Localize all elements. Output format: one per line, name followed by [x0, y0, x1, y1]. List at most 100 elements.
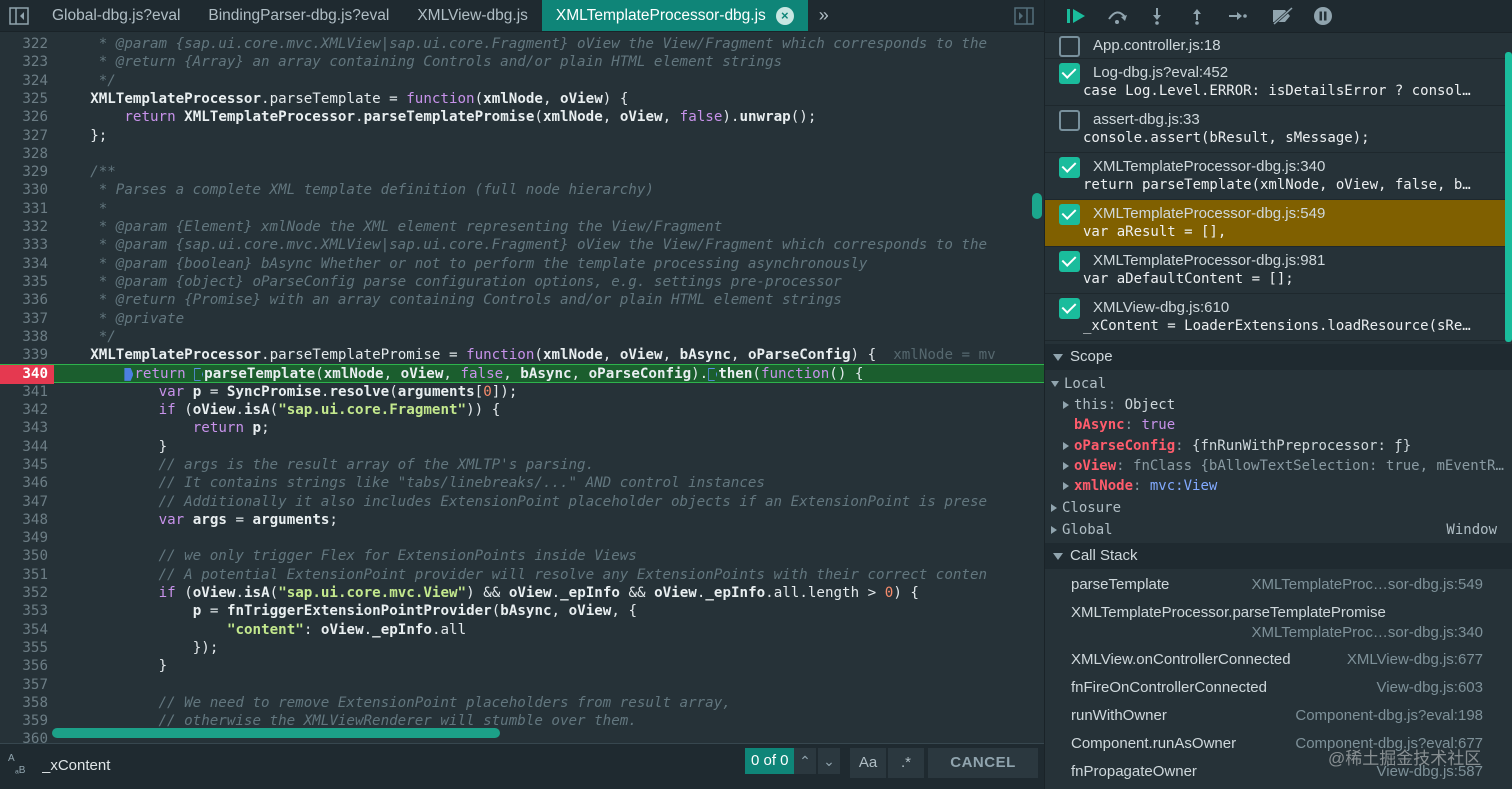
more-tabs-icon[interactable]: » [808, 0, 840, 31]
step-over-icon[interactable] [1097, 0, 1137, 33]
line-number[interactable]: 349 [0, 529, 48, 547]
code-line[interactable]: 352 if (oView.isA("sap.ui.core.mvc.View"… [0, 584, 1044, 602]
close-icon[interactable]: × [775, 6, 794, 25]
line-number[interactable]: 342 [0, 401, 48, 419]
line-number[interactable]: 351 [0, 566, 48, 584]
line-number[interactable]: 357 [0, 676, 48, 694]
scope-var-oParseConfig[interactable]: oParseConfig: {fnRunWithPreprocessor: ƒ} [1045, 436, 1505, 456]
line-number[interactable]: 345 [0, 456, 48, 474]
line-number[interactable]: 356 [0, 657, 48, 675]
line-number[interactable]: 329 [0, 163, 48, 181]
scope-local-header[interactable]: Local [1045, 374, 1505, 394]
code-line[interactable]: 334 * @param {boolean} bAsync Whether or… [0, 255, 1044, 273]
line-number[interactable]: 354 [0, 621, 48, 639]
search-input[interactable] [42, 750, 742, 780]
scope-var-this[interactable]: this: Object [1045, 395, 1505, 415]
code-line[interactable]: 332 * @param {Element} xmlNode the XML e… [0, 218, 1044, 236]
code-line[interactable]: 326 return XMLTemplateProcessor.parseTem… [0, 108, 1044, 126]
code-line[interactable]: 347 // Additionally it also includes Ext… [0, 493, 1044, 511]
deactivate-breakpoints-icon[interactable] [1263, 0, 1303, 33]
pause-on-exceptions-icon[interactable] [1303, 0, 1343, 33]
breakpoint-line-number[interactable]: 340 [0, 365, 54, 384]
scope-var-xmlNode[interactable]: xmlNode: mvc:View [1045, 476, 1505, 496]
step-icon[interactable] [1217, 0, 1257, 33]
line-number[interactable]: 333 [0, 236, 48, 254]
breakpoints-scrollbar[interactable] [1505, 52, 1512, 342]
horizontal-scrollbar-thumb[interactable] [52, 728, 500, 738]
line-number[interactable]: 348 [0, 511, 48, 529]
tab-bindingparser-dbg[interactable]: BindingParser-dbg.js?eval [194, 0, 403, 31]
tab-global-dbg[interactable]: Global-dbg.js?eval [38, 0, 194, 31]
code-line[interactable]: 325 XMLTemplateProcessor.parseTemplate =… [0, 90, 1044, 108]
scope-header[interactable]: Scope [1045, 344, 1512, 370]
line-number[interactable]: 323 [0, 53, 48, 71]
call-stack-frame[interactable]: XMLTemplateProcessor.parseTemplatePromis… [1045, 600, 1512, 646]
cancel-search-button[interactable]: CANCEL [928, 748, 1038, 778]
breakpoint-item[interactable]: XMLTemplateProcessor-dbg.js:981 var aDefa… [1045, 247, 1505, 294]
line-number[interactable]: 343 [0, 419, 48, 437]
line-number[interactable]: 334 [0, 255, 48, 273]
breakpoint-checkbox[interactable] [1059, 63, 1080, 84]
code-line[interactable]: 354 "content": oView._epInfo.all [0, 621, 1044, 639]
regex-button[interactable]: .* [888, 748, 924, 778]
code-line[interactable]: 356 } [0, 657, 1044, 675]
scope-var-bAsync[interactable]: bAsync: true [1045, 415, 1505, 435]
line-number[interactable]: 353 [0, 602, 48, 620]
resume-icon[interactable] [1057, 0, 1097, 33]
code-line[interactable]: 330 * Parses a complete XML template def… [0, 181, 1044, 199]
code-line[interactable]: 339 XMLTemplateProcessor.parseTemplatePr… [0, 346, 1044, 364]
breakpoint-item[interactable]: XMLTemplateProcessor-dbg.js:340 return pa… [1045, 153, 1505, 200]
breakpoint-checkbox[interactable] [1059, 110, 1080, 131]
code-line[interactable]: 348 var args = arguments; [0, 511, 1044, 529]
code-line[interactable]: 328 [0, 145, 1044, 163]
scope-global[interactable]: Global Window [1045, 520, 1505, 540]
code-line[interactable]: 346 // It contains strings like "tabs/li… [0, 474, 1044, 492]
code-line[interactable]: 324 */ [0, 72, 1044, 90]
next-match-button[interactable]: ⌄ [818, 748, 840, 774]
code-line[interactable]: 350 // we only trigger Flex for Extensio… [0, 547, 1044, 565]
code-line[interactable]: 358 // We need to remove ExtensionPoint … [0, 694, 1044, 712]
call-stack-frame[interactable]: runWithOwner Component-dbg.js?eval:198 [1045, 703, 1512, 731]
breakpoint-checkbox[interactable] [1059, 204, 1080, 225]
line-number[interactable]: 336 [0, 291, 48, 309]
line-number[interactable]: 341 [0, 383, 48, 401]
code-line[interactable]: 345 // args is the result array of the X… [0, 456, 1044, 474]
line-number[interactable]: 326 [0, 108, 48, 126]
step-into-icon[interactable] [1137, 0, 1177, 33]
line-number[interactable]: 359 [0, 712, 48, 730]
call-stack-frame[interactable]: parseTemplate XMLTemplateProc…sor-dbg.js:… [1045, 572, 1512, 600]
call-stack-frame[interactable]: XMLView.onControllerConnected XMLView-dbg… [1045, 647, 1512, 675]
code-line[interactable]: 349 [0, 529, 1044, 547]
call-stack-header[interactable]: Call Stack [1045, 543, 1512, 569]
line-number[interactable]: 322 [0, 35, 48, 53]
code-line[interactable]: 327 }; [0, 127, 1044, 145]
code-line[interactable]: 342 if (oView.isA("sap.ui.core.Fragment"… [0, 401, 1044, 419]
code-line[interactable]: 341 var p = SyncPromise.resolve(argument… [0, 383, 1044, 401]
line-number[interactable]: 346 [0, 474, 48, 492]
line-number[interactable]: 344 [0, 438, 48, 456]
code-line[interactable]: 336 * @return {Promise} with an array co… [0, 291, 1044, 309]
code-line[interactable]: 322 * @param {sap.ui.core.mvc.XMLView|sa… [0, 35, 1044, 53]
vertical-scrollbar-thumb[interactable] [1032, 193, 1042, 219]
line-number[interactable]: 324 [0, 72, 48, 90]
line-number[interactable]: 338 [0, 328, 48, 346]
breakpoint-item[interactable]: Log-dbg.js?eval:452 case Log.Level.ERROR:… [1045, 59, 1505, 106]
code-line[interactable]: 357 [0, 676, 1044, 694]
breakpoint-checkbox[interactable] [1059, 298, 1080, 319]
code-line[interactable]: 333 * @param {sap.ui.core.mvc.XMLView|sa… [0, 236, 1044, 254]
panel-toggle-icon[interactable] [1004, 0, 1044, 31]
code-line[interactable]: 353 p = fnTriggerExtensionPointProvider(… [0, 602, 1044, 620]
line-number[interactable]: 337 [0, 310, 48, 328]
line-number[interactable]: 360 [0, 730, 48, 743]
previous-match-button[interactable]: ⌃ [794, 748, 816, 774]
code-line[interactable]: 337 * @private [0, 310, 1044, 328]
code-line[interactable]: 351 // A potential ExtensionPoint provid… [0, 566, 1044, 584]
line-number[interactable]: 352 [0, 584, 48, 602]
code-line[interactable]: 340 return parseTemplate(xmlNode, oView,… [0, 364, 1044, 384]
line-number[interactable]: 347 [0, 493, 48, 511]
line-number[interactable]: 355 [0, 639, 48, 657]
code-line[interactable]: 338 */ [0, 328, 1044, 346]
scope-var-oView[interactable]: oView: fnClass {bAllowTextSelection: tru… [1045, 456, 1505, 476]
step-out-icon[interactable] [1177, 0, 1217, 33]
code-line[interactable]: 344 } [0, 438, 1044, 456]
